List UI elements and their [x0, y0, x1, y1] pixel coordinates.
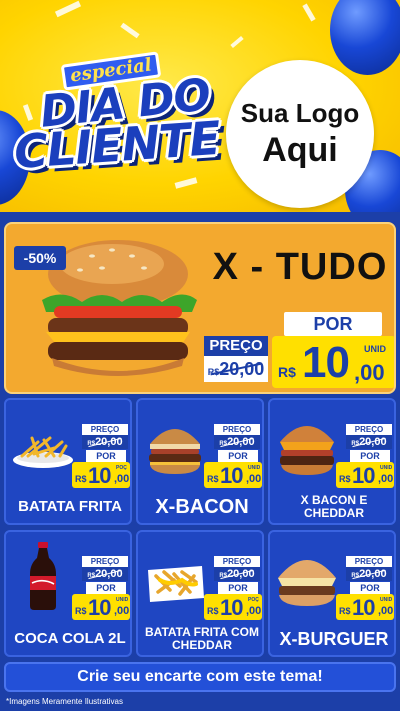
new-price: R$ 10 UNID ,00	[336, 594, 394, 620]
product-card-batata-frita[interactable]: PREÇO R$20,00 POR R$ 10 POÇ ,00 BATATA F…	[4, 398, 132, 525]
new-price-label: POR	[218, 450, 258, 462]
price-decimal: ,00	[114, 605, 130, 617]
price-unit: UNID	[364, 344, 386, 354]
price-integer: 10	[220, 463, 244, 488]
confetti	[120, 22, 140, 39]
product-name: X-BACON	[155, 496, 249, 518]
confetti	[230, 35, 244, 49]
product-card-coca-cola[interactable]: PREÇO R$20,00 POR R$ 10 UNID ,00 COCA CO…	[4, 530, 132, 657]
old-price: R$20,00	[214, 435, 260, 449]
product-name: COCA COLA 2L	[14, 630, 126, 647]
price-currency: R$	[339, 606, 351, 616]
price-unit: POÇ	[116, 465, 127, 471]
price-currency: R$	[339, 474, 351, 484]
confetti	[174, 177, 198, 189]
price-unit: UNID	[248, 465, 261, 471]
price-integer: 10	[352, 595, 376, 620]
new-price-label: POR	[218, 582, 258, 594]
new-price: R$ 10 POÇ ,00	[204, 594, 262, 620]
old-price-label: PREÇO	[82, 556, 128, 567]
featured-name: X - TUDO	[212, 246, 388, 288]
price-decimal: ,00	[246, 473, 262, 485]
disclaimer: *Imagens Meramente Ilustrativas	[6, 697, 123, 706]
price-decimal: ,00	[354, 360, 385, 385]
price-integer: 10	[88, 595, 112, 620]
product-card-x-burguer[interactable]: PREÇO R$20,00 POR R$ 10 UNID ,00 X-BURGU…	[268, 530, 396, 657]
price-unit: UNID	[116, 597, 129, 603]
product-card-x-bacon-cheddar[interactable]: PREÇO R$20,00 POR R$ 10 UNID ,00 X BACON…	[268, 398, 396, 525]
new-price: R$ 10 POÇ ,00	[72, 462, 130, 488]
product-name: BATATA FRITA COM CHEDDAR	[145, 625, 259, 652]
new-price-label: POR	[350, 450, 390, 462]
price-integer: 10	[220, 595, 244, 620]
new-price: R$ 10 UNID ,00	[272, 336, 394, 388]
price-unit: UNID	[380, 597, 393, 603]
price-integer: 10	[352, 463, 376, 488]
price-currency: R$	[75, 606, 87, 616]
old-price-label: PREÇO	[214, 556, 260, 567]
old-price: R$20,00	[346, 435, 392, 449]
confetti	[54, 0, 82, 18]
burger-icon	[278, 560, 336, 606]
confetti	[22, 104, 34, 121]
burger-icon	[149, 429, 201, 474]
old-price-label: PREÇO	[82, 424, 128, 435]
new-price-label: POR	[86, 582, 126, 594]
product-card-batata-cheddar[interactable]: PREÇO R$20,00 POR R$ 10 POÇ ,00 BATATA F…	[136, 530, 264, 657]
old-price: R$20,00	[82, 435, 128, 449]
price-unit: POÇ	[248, 597, 259, 603]
logo-text-line-2: Aqui	[262, 131, 338, 169]
product-name: X BACON E CHEDDAR	[300, 493, 368, 520]
new-price: R$ 10 UNID ,00	[336, 462, 394, 488]
fries-icon	[13, 436, 73, 468]
logo-text-line-1: Sua Logo	[240, 98, 360, 128]
logo-placeholder[interactable]: Sua Logo Aqui	[226, 60, 374, 208]
new-price: R$ 10 UNID ,00	[204, 462, 262, 488]
old-price: R$20,00	[346, 567, 392, 581]
old-price-label: PREÇO	[204, 336, 268, 356]
price-unit: UNID	[380, 465, 393, 471]
soda-bottle-icon	[30, 542, 56, 610]
confetti	[302, 3, 316, 22]
header-banner: especial DIA DO CLIENTE Sua Logo Aqui	[0, 0, 400, 212]
old-price: R$20,00	[214, 567, 260, 581]
new-price: R$ 10 UNID ,00	[72, 594, 130, 620]
price-decimal: ,00	[114, 473, 130, 485]
discount-badge: -50%	[14, 246, 66, 270]
product-card-x-bacon[interactable]: PREÇO R$20,00 POR R$ 10 UNID ,00 X-BACON	[136, 398, 264, 525]
old-price-label: PREÇO	[346, 424, 392, 435]
price-currency: R$	[207, 606, 219, 616]
old-price: R$20,00	[204, 356, 268, 382]
price-currency: R$	[207, 474, 219, 484]
cta-banner[interactable]: Crie seu encarte com este tema!	[4, 662, 396, 692]
price-decimal: ,00	[378, 605, 394, 617]
price-integer: 10	[302, 338, 350, 387]
old-price-label: PREÇO	[214, 424, 260, 435]
old-price-label: PREÇO	[346, 556, 392, 567]
new-price-label: POR	[86, 450, 126, 462]
price-decimal: ,00	[378, 473, 394, 485]
balloon-icon	[330, 0, 400, 75]
cheese-fries-icon	[148, 566, 204, 602]
price-currency: R$	[278, 364, 296, 380]
product-name: X-BURGUER	[279, 629, 389, 649]
price-integer: 10	[88, 463, 112, 488]
product-name: BATATA FRITA	[18, 498, 122, 515]
featured-product[interactable]: -50% X - TUDO PREÇO R$20,00 POR R$ 10 UN…	[4, 222, 396, 394]
old-price: R$20,00	[82, 567, 128, 581]
price-currency: R$	[75, 474, 87, 484]
new-price-label: POR	[350, 582, 390, 594]
burger-icon	[280, 426, 334, 475]
new-price-label: POR	[284, 312, 382, 336]
price-decimal: ,00	[246, 605, 262, 617]
